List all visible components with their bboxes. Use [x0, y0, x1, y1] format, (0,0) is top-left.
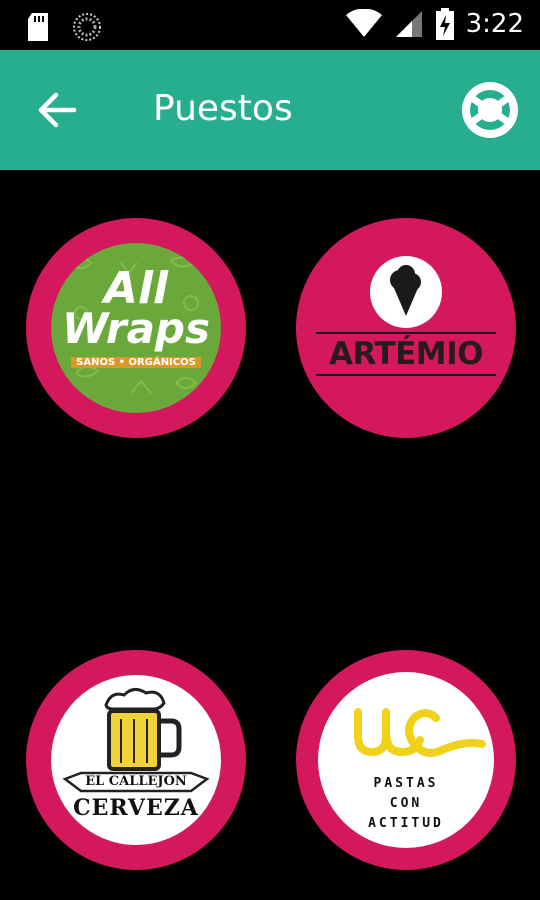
- cerveza-logo-text: CERVEZA: [73, 795, 199, 821]
- battery-charging-icon: [435, 8, 454, 40]
- pastas-logo: PASTAS CON ACTITUD: [318, 672, 494, 848]
- ice-cream-icon: [390, 265, 421, 316]
- artemio-divider-bottom: [316, 374, 496, 376]
- status-bar: 3:22: [0, 0, 540, 50]
- pastas-line-3: ACTITUD: [368, 816, 444, 831]
- sd-card-icon: [28, 13, 48, 41]
- stall-artemio[interactable]: ARTÉMIO: [296, 218, 516, 438]
- signal-icon: [395, 11, 422, 37]
- pastas-line-1: PASTAS: [373, 776, 439, 791]
- page-title: Puestos: [153, 88, 293, 129]
- all-wraps-logo: All Wraps SANOS • ORGÁNICOS: [51, 243, 221, 413]
- cerveza-logo: EL CALLEJÓN CERVEZA: [51, 675, 221, 845]
- loading-icon: [73, 13, 101, 41]
- artemio-divider-top: [316, 332, 496, 334]
- app-bar: Puestos: [0, 50, 540, 170]
- all-wraps-tagline: SANOS • ORGÁNICOS: [71, 357, 201, 368]
- all-wraps-title-bottom: Wraps: [62, 304, 210, 353]
- status-time: 3:22: [465, 9, 524, 39]
- stall-el-callejon-cerveza[interactable]: EL CALLEJÓN CERVEZA: [26, 650, 246, 870]
- pastas-line-2: CON: [389, 796, 423, 811]
- wifi-icon: [345, 9, 382, 37]
- stall-all-wraps[interactable]: All Wraps SANOS • ORGÁNICOS: [26, 218, 246, 438]
- cerveza-banner-text: EL CALLEJÓN: [85, 774, 187, 789]
- artemio-emblem: [370, 256, 442, 328]
- stall-pastas-con-actitud[interactable]: PASTAS CON ACTITUD: [296, 650, 516, 870]
- lifebuoy-icon[interactable]: [460, 80, 520, 140]
- artemio-logo-text: ARTÉMIO: [328, 336, 484, 372]
- arrow-left-icon[interactable]: [34, 90, 80, 130]
